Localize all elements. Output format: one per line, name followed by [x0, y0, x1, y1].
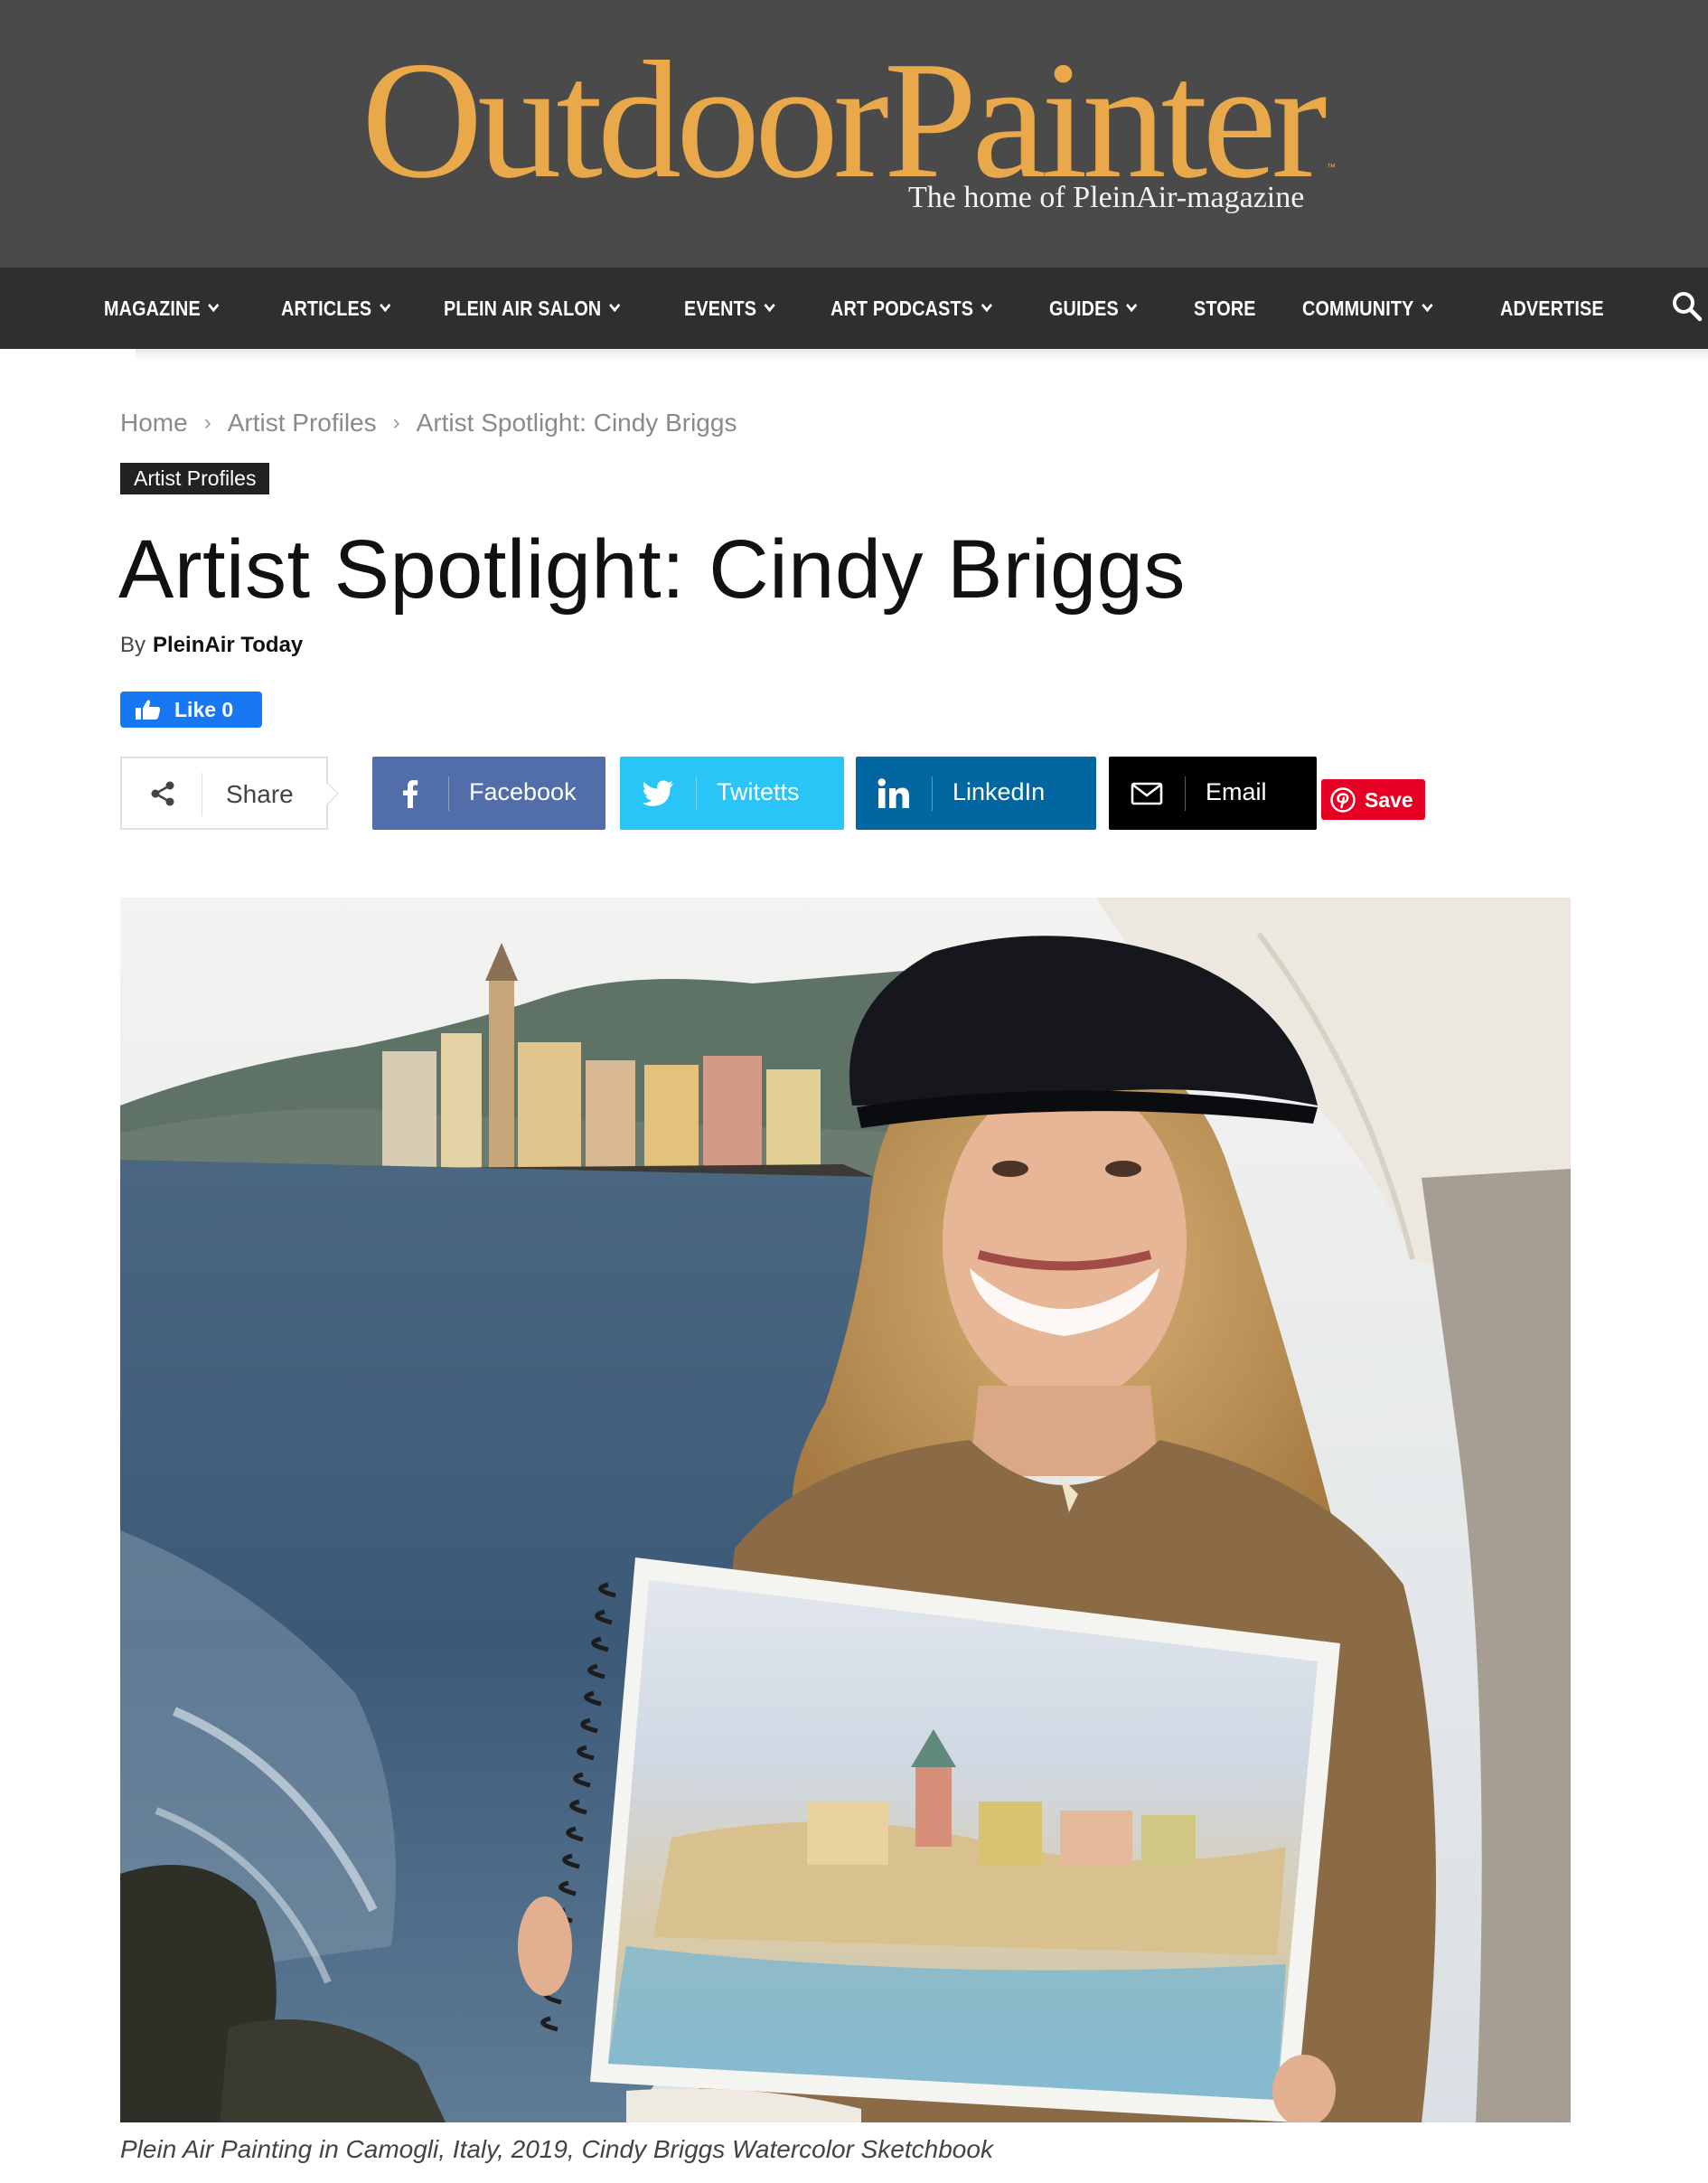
- breadcrumb-separator: ›: [392, 410, 400, 435]
- image-caption: Plein Air Painting in Camogli, Italy, 20…: [120, 2135, 993, 2163]
- pinterest-save-button[interactable]: Save: [1321, 779, 1425, 820]
- save-label: Save: [1365, 788, 1413, 812]
- nav-label: EVENTS: [684, 296, 757, 320]
- logo-tagline: The home of PleinAir-magazine: [908, 181, 1305, 214]
- email-icon: [1109, 757, 1185, 830]
- email-share-button[interactable]: Email: [1109, 757, 1317, 830]
- share-icon: [151, 781, 174, 806]
- author-link[interactable]: PleinAir Today: [153, 633, 303, 657]
- site-logo[interactable]: OutdoorPainter ™ The home of PleinAir-ma…: [361, 36, 1356, 226]
- twitter-icon: [620, 757, 696, 830]
- share-arrow-inner: [326, 783, 337, 805]
- pinterest-icon: [1330, 787, 1356, 813]
- nav-label: ARTICLES: [281, 296, 372, 320]
- nav-item-community[interactable]: COMMUNITY: [1302, 268, 1433, 349]
- linkedin-label: LinkedIn: [953, 778, 1046, 805]
- trademark-mark: ™: [1327, 163, 1336, 173]
- nav-label: STORE: [1194, 296, 1256, 320]
- category-tag[interactable]: Artist Profiles: [120, 463, 270, 494]
- search-icon[interactable]: [1672, 291, 1703, 322]
- nav-item-plein-air-salon[interactable]: PLEIN AIR SALON: [444, 268, 621, 349]
- facebook-label: Facebook: [469, 778, 577, 805]
- masthead: OutdoorPainter ™ The home of PleinAir-ma…: [0, 0, 1708, 268]
- email-label: Email: [1206, 778, 1267, 805]
- share-toggle[interactable]: Share: [120, 757, 328, 830]
- byline: By PleinAir Today: [120, 633, 303, 658]
- chevron-down-icon: [764, 298, 775, 313]
- thumbs-up-icon: [136, 700, 161, 720]
- chevron-down-icon: [379, 298, 390, 313]
- breadcrumb: Home › Artist Profiles › Artist Spotligh…: [120, 409, 737, 438]
- linkedin-icon: [856, 757, 932, 830]
- share-label: Share: [226, 780, 294, 808]
- button-divider: [696, 776, 697, 811]
- nav-item-magazine[interactable]: MAGAZINE: [104, 268, 220, 349]
- featured-photo: [120, 898, 1571, 2122]
- chevron-down-icon: [208, 298, 220, 313]
- facebook-icon: [372, 757, 448, 830]
- twitter-share-button[interactable]: Twitetts: [620, 757, 844, 830]
- linkedin-share-button[interactable]: LinkedIn: [856, 757, 1096, 830]
- nav-label: MAGAZINE: [104, 296, 201, 320]
- nav-item-advertise[interactable]: ADVERTISE: [1500, 268, 1604, 349]
- chevron-down-icon: [1422, 298, 1433, 313]
- nav-item-guides[interactable]: GUIDES: [1049, 268, 1138, 349]
- button-divider: [448, 776, 449, 811]
- twitter-label: Twitetts: [717, 778, 800, 805]
- facebook-share-button[interactable]: Facebook: [372, 757, 605, 830]
- content-shadow: [136, 349, 1708, 362]
- nav-item-articles[interactable]: ARTICLES: [281, 268, 390, 349]
- article-title: Artist Spotlight: Cindy Briggs: [118, 523, 1186, 616]
- nav-item-art-podcasts[interactable]: ART PODCASTS: [831, 268, 992, 349]
- chevron-down-icon: [1126, 298, 1138, 313]
- chevron-down-icon: [981, 298, 992, 313]
- featured-image[interactable]: [120, 898, 1571, 2122]
- like-label: Like 0: [174, 697, 234, 721]
- nav-item-events[interactable]: EVENTS: [684, 268, 775, 349]
- nav-label: PLEIN AIR SALON: [444, 296, 602, 320]
- chevron-down-icon: [608, 298, 621, 313]
- breadcrumb-separator: ›: [203, 410, 211, 435]
- nav-label: COMMUNITY: [1302, 296, 1414, 320]
- button-divider: [932, 776, 933, 811]
- breadcrumb-artist-profiles[interactable]: Artist Profiles: [228, 409, 377, 438]
- nav-label: GUIDES: [1049, 296, 1119, 320]
- breadcrumb-home[interactable]: Home: [120, 409, 188, 438]
- logo-wordmark: OutdoorPainter: [361, 27, 1328, 213]
- button-divider: [1185, 776, 1186, 811]
- breadcrumb-current: Artist Spotlight: Cindy Briggs: [416, 409, 737, 437]
- byline-prefix: By: [120, 633, 146, 657]
- nav-item-store[interactable]: STORE: [1194, 268, 1256, 349]
- main-nav: MAGAZINE ARTICLES PLEIN AIR SALON EVENTS…: [0, 268, 1708, 349]
- nav-label: ADVERTISE: [1500, 296, 1604, 320]
- nav-label: ART PODCASTS: [831, 296, 974, 320]
- facebook-like-button[interactable]: Like 0: [120, 692, 262, 728]
